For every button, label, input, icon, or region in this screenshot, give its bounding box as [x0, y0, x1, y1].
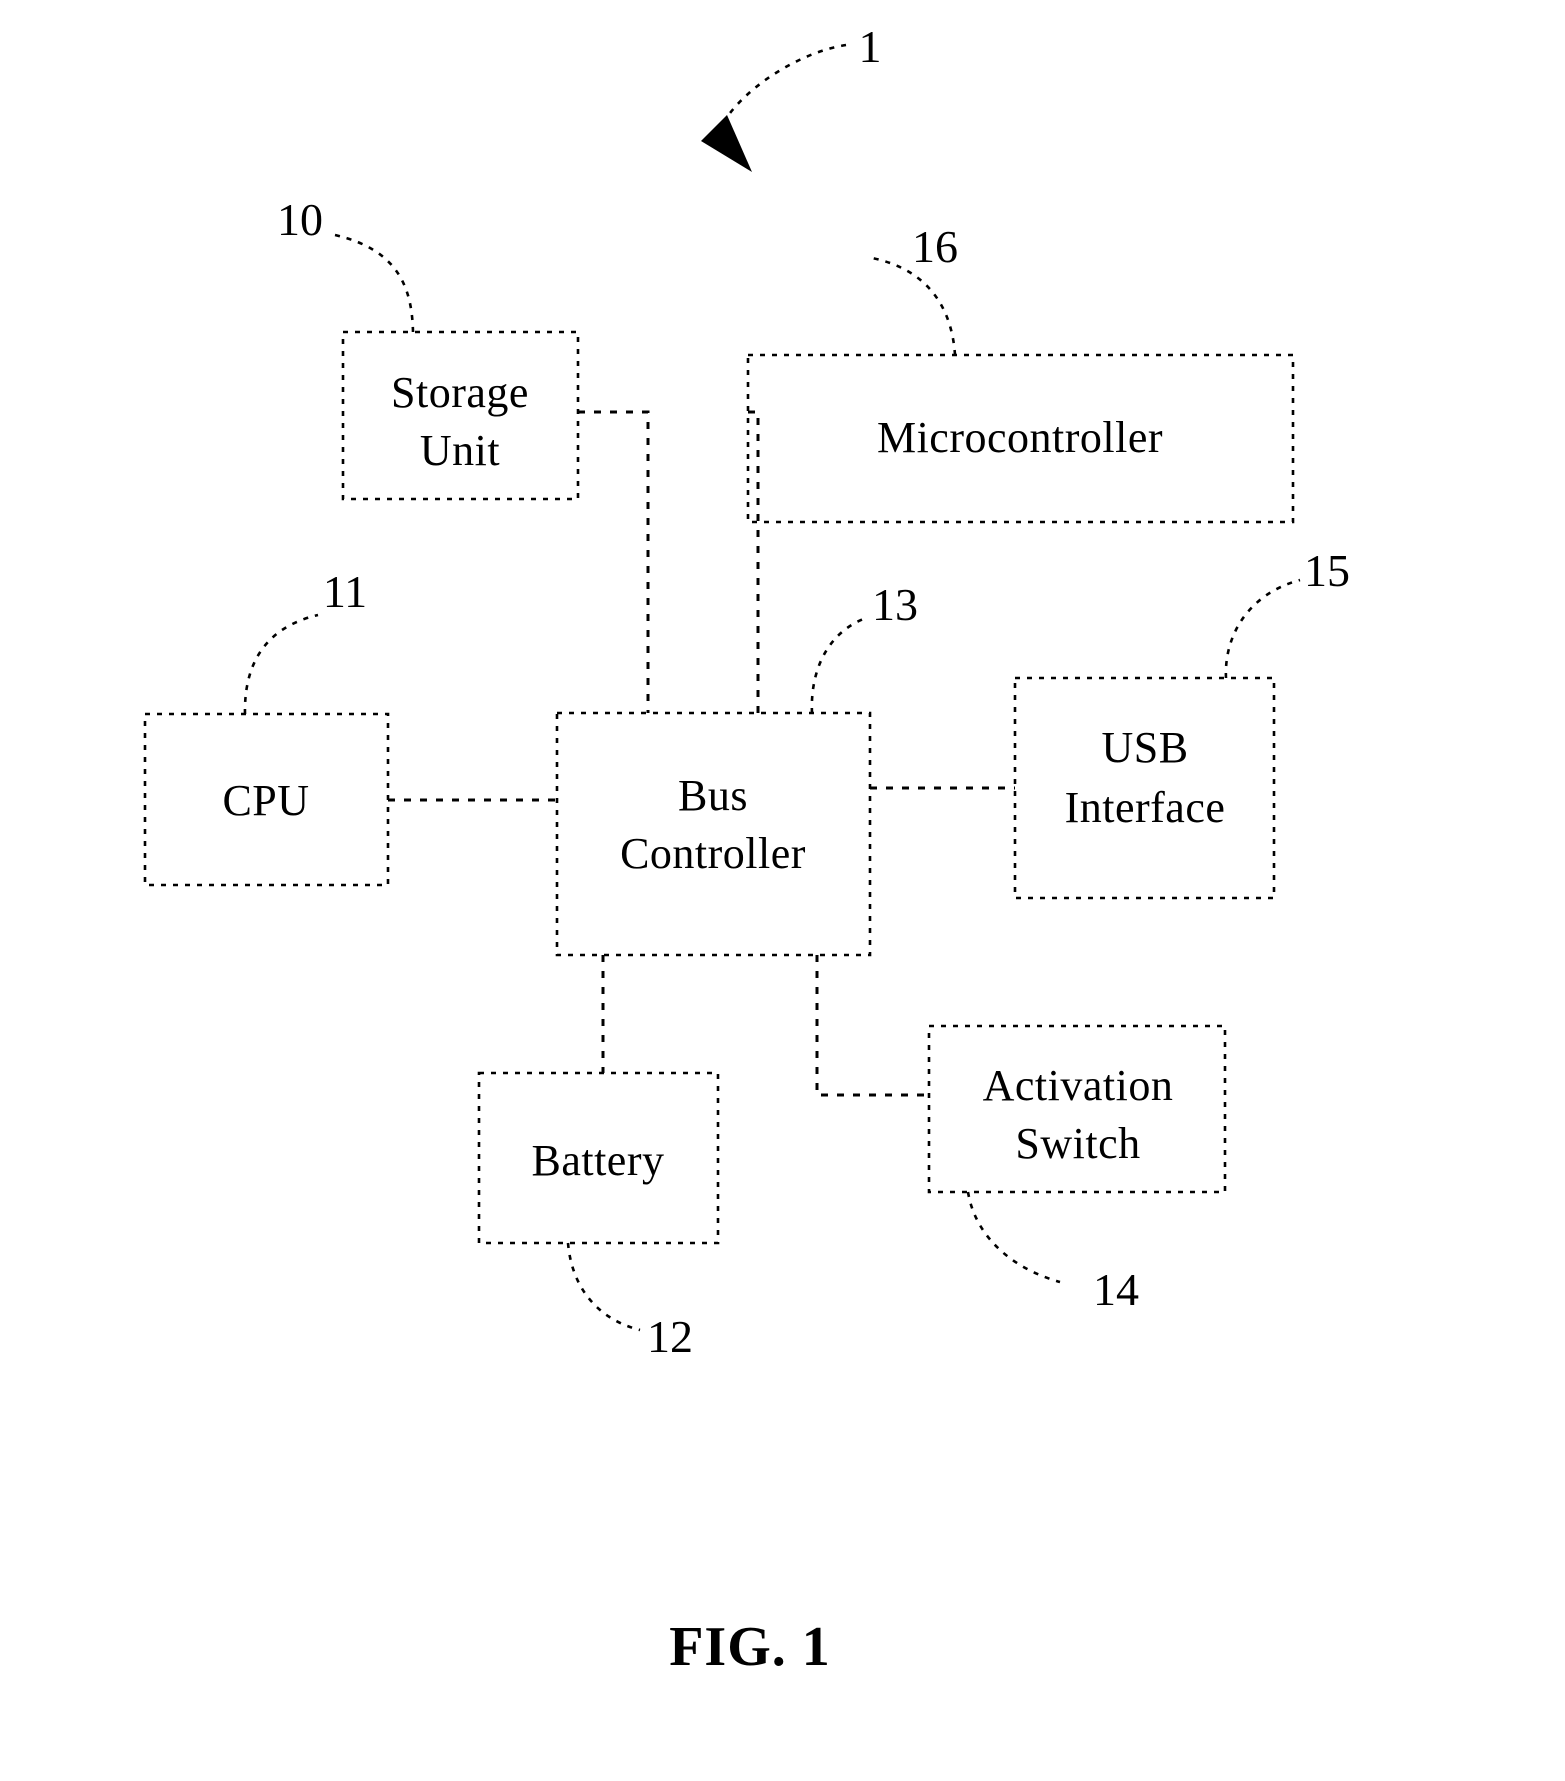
bus-controller-lead-line [810, 616, 867, 714]
node-microcontroller[interactable]: Microcontroller 16 [746, 221, 1295, 524]
figure-caption: FIG. 1 [669, 1616, 831, 1678]
patent-figure: 1 Storage Unit 10 Microcontroller 16 CPU… [0, 0, 1565, 1781]
connection-storage-to-bus [578, 410, 650, 713]
activation-switch-label-line1: Activation [983, 1061, 1174, 1110]
connection-lines [388, 410, 1015, 1097]
storage-unit-label-line2: Unit [420, 426, 500, 475]
reference-numeral-10: 10 [277, 194, 323, 245]
node-cpu[interactable]: CPU 11 [143, 566, 390, 887]
reference-numeral-16: 16 [912, 221, 958, 272]
connection-bus-to-activation [815, 955, 929, 1097]
usb-interface-label-line2: Interface [1065, 783, 1226, 832]
reference-numeral-15: 15 [1304, 545, 1350, 596]
activation-switch-label-line2: Switch [1015, 1119, 1140, 1168]
battery-lead-line [566, 1242, 641, 1332]
node-battery[interactable]: Battery 12 [477, 1071, 720, 1362]
reference-numeral-11: 11 [323, 566, 367, 617]
assembly-arrow-head [701, 115, 752, 172]
storage-unit-lead-line [334, 233, 415, 333]
node-activation-switch[interactable]: Activation Switch 14 [927, 1024, 1227, 1315]
connection-microcontroller-to-bus [748, 410, 760, 713]
assembly-lead-line [718, 43, 847, 129]
activation-switch-lead-line [966, 1191, 1061, 1284]
reference-numeral-14: 14 [1093, 1264, 1139, 1315]
node-storage-unit[interactable]: Storage Unit 10 [277, 194, 580, 501]
reference-numeral-12: 12 [647, 1311, 693, 1362]
microcontroller-lead-line [871, 256, 957, 356]
node-usb-interface[interactable]: USB Interface 15 [1013, 545, 1350, 900]
reference-numeral-13: 13 [872, 579, 918, 630]
usb-interface-label-line1: USB [1101, 723, 1188, 772]
reference-numeral-1: 1 [859, 21, 882, 72]
cpu-label-line1: CPU [222, 776, 309, 825]
assembly-lead-arrow [701, 43, 847, 172]
cpu-lead-line [243, 613, 319, 715]
figure-canvas: 1 Storage Unit 10 Microcontroller 16 CPU… [143, 21, 1350, 1678]
usb-interface-lead-line [1224, 578, 1301, 679]
bus-controller-label-line2: Controller [620, 829, 806, 878]
battery-label-line1: Battery [531, 1136, 664, 1185]
node-bus-controller[interactable]: Bus Controller 13 [555, 579, 918, 957]
bus-controller-label-line1: Bus [678, 771, 748, 820]
microcontroller-label-line1: Microcontroller [877, 413, 1163, 462]
storage-unit-label-line1: Storage [391, 368, 529, 417]
